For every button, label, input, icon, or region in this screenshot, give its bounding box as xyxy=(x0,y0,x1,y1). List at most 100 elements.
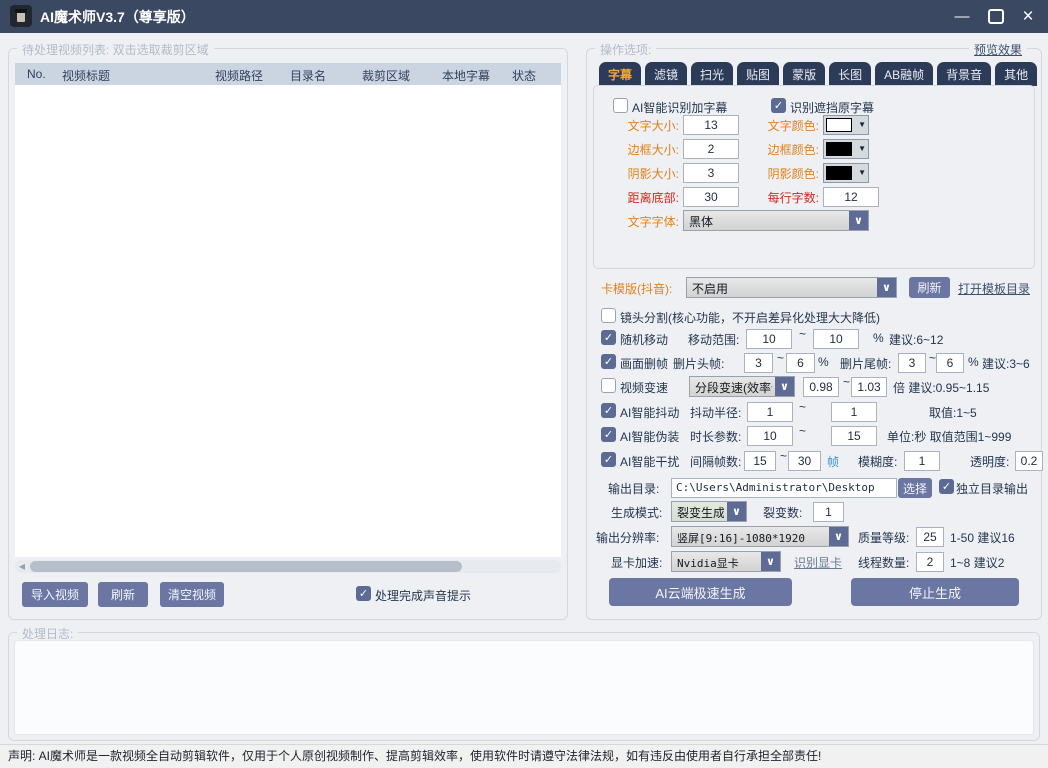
ai-add-subtitle-checkbox[interactable] xyxy=(613,98,628,113)
column-status[interactable]: 状态 xyxy=(512,67,536,84)
disguise-hint: 单位:秒 取值范围1~999 xyxy=(887,428,1011,445)
scrollbar-thumb[interactable] xyxy=(30,561,462,572)
tab-other[interactable]: 其他 xyxy=(995,62,1037,86)
template-dropdown[interactable]: 不启用 ∨ xyxy=(686,277,897,298)
tab-mask[interactable]: 蒙版 xyxy=(783,62,825,86)
check-icon: ✓ xyxy=(602,331,615,345)
output-dir-input[interactable]: C:\Users\Administrator\Desktop xyxy=(671,478,897,498)
tail-from-input[interactable]: 3 xyxy=(898,353,926,373)
import-videos-button[interactable]: 导入视频 xyxy=(22,582,88,607)
horizontal-scrollbar[interactable]: ◀ ▶ xyxy=(15,560,561,573)
check-icon: ✓ xyxy=(940,480,953,494)
text-color-combo[interactable]: ▼ xyxy=(823,115,869,135)
ai-interfere-checkbox[interactable]: ✓ xyxy=(601,452,616,467)
column-crop[interactable]: 裁剪区域 xyxy=(362,67,410,84)
quality-input[interactable]: 25 xyxy=(916,527,944,547)
video-table-body[interactable] xyxy=(15,85,561,557)
tab-sweep-light[interactable]: 扫光 xyxy=(691,62,733,86)
shadow-size-input[interactable]: 3 xyxy=(683,163,739,183)
thread-count-label: 线程数量: xyxy=(858,554,909,571)
tab-long-image[interactable]: 长图 xyxy=(829,62,871,86)
bottom-distance-input[interactable]: 30 xyxy=(683,187,739,207)
blur-input[interactable]: 1 xyxy=(904,451,940,471)
move-range-to-input[interactable]: 10 xyxy=(813,329,859,349)
head-delete-label: 删片头帧: xyxy=(673,355,724,372)
speed-mode-dropdown[interactable]: 分段变速(效率优先) ∨ xyxy=(689,376,795,397)
frame-delete-checkbox[interactable]: ✓ xyxy=(601,354,616,369)
tab-ab-frame-blend[interactable]: AB融帧 xyxy=(875,62,933,86)
clear-videos-button[interactable]: 清空视频 xyxy=(160,582,224,607)
column-title[interactable]: 视频标题 xyxy=(62,67,110,84)
lens-split-label: 镜头分割(核心功能，不开启差异化处理大大降低) xyxy=(620,309,880,326)
random-move-checkbox[interactable]: ✓ xyxy=(601,330,616,345)
thread-count-input[interactable]: 2 xyxy=(916,552,944,572)
resolution-label: 输出分辨率: xyxy=(596,529,659,546)
font-value: 黑体 xyxy=(689,213,846,230)
independent-dir-checkbox[interactable]: ✓ xyxy=(939,479,954,494)
tab-filter[interactable]: 滤镜 xyxy=(645,62,687,86)
gpu-value: Nvidia显卡 xyxy=(677,555,758,571)
template-label: 卡模版(抖音): xyxy=(601,280,672,297)
resolution-dropdown[interactable]: 竖屏[9:16]-1080*1920 ∨ xyxy=(671,526,849,547)
sound-tip-checkbox[interactable]: ✓ xyxy=(356,586,371,601)
move-range-label: 移动范围: xyxy=(688,331,739,348)
detect-gpu-link[interactable]: 识别显卡 xyxy=(794,556,842,570)
move-range-from-input[interactable]: 10 xyxy=(746,329,792,349)
disguise-from-input[interactable]: 10 xyxy=(747,426,793,446)
maximize-button[interactable] xyxy=(982,0,1010,33)
tab-background-audio[interactable]: 背景音 xyxy=(937,62,991,86)
tilde-separator: ~ xyxy=(843,375,850,389)
fission-count-input[interactable]: 1 xyxy=(813,502,844,522)
tab-sticker[interactable]: 贴图 xyxy=(737,62,779,86)
open-template-dir-link[interactable]: 打开模板目录 xyxy=(958,282,1030,296)
refresh-list-button[interactable]: 刷新 xyxy=(98,582,148,607)
template-refresh-button[interactable]: 刷新 xyxy=(909,277,950,298)
minimize-button[interactable]: — xyxy=(948,0,976,33)
fission-count-label: 裂变数: xyxy=(763,504,802,521)
font-dropdown[interactable]: 黑体 ∨ xyxy=(683,210,869,231)
tilde-separator: ~ xyxy=(799,400,806,414)
log-output-area[interactable] xyxy=(14,640,1034,735)
dropdown-arrow-icon: ▼ xyxy=(858,168,866,177)
tab-subtitle[interactable]: 字幕 xyxy=(599,62,641,86)
cloud-generate-button[interactable]: AI云端极速生成 xyxy=(609,578,792,606)
opacity-input[interactable]: 0.2 xyxy=(1015,451,1043,471)
column-path[interactable]: 视频路径 xyxy=(215,67,263,84)
shake-from-input[interactable]: 1 xyxy=(747,402,793,422)
cover-original-checkbox[interactable]: ✓ xyxy=(771,98,786,113)
independent-dir-label: 独立目录输出 xyxy=(956,480,1028,497)
preview-effect-link[interactable]: 预览效果 xyxy=(974,43,1022,57)
column-no[interactable]: No. xyxy=(27,67,46,81)
speed-hint: 倍 建议:0.95~1.15 xyxy=(893,379,989,396)
close-button[interactable]: × xyxy=(1014,0,1042,33)
ai-shake-checkbox[interactable]: ✓ xyxy=(601,403,616,418)
choose-dir-button[interactable]: 选择 xyxy=(898,478,932,498)
shadow-color-combo[interactable]: ▼ xyxy=(823,163,869,183)
speed-from-input[interactable]: 0.98 xyxy=(803,377,839,397)
border-size-label: 边框大小: xyxy=(601,141,679,158)
lens-split-checkbox[interactable] xyxy=(601,308,616,323)
gpu-dropdown[interactable]: Nvidia显卡 ∨ xyxy=(671,551,781,572)
column-dir[interactable]: 目录名 xyxy=(290,67,326,84)
stop-generate-button[interactable]: 停止生成 xyxy=(851,578,1019,606)
gen-mode-dropdown[interactable]: 裂变生成 ∨ xyxy=(671,501,747,522)
border-color-combo[interactable]: ▼ xyxy=(823,139,869,159)
speed-to-input[interactable]: 1.03 xyxy=(851,377,887,397)
head-from-input[interactable]: 3 xyxy=(744,353,773,373)
head-to-input[interactable]: 6 xyxy=(786,353,815,373)
column-subtitle[interactable]: 本地字幕 xyxy=(442,67,490,84)
interfere-from-input[interactable]: 15 xyxy=(744,451,776,471)
border-size-input[interactable]: 2 xyxy=(683,139,739,159)
disguise-to-input[interactable]: 15 xyxy=(831,426,877,446)
tilde-separator: ~ xyxy=(929,351,936,365)
chars-per-line-input[interactable]: 12 xyxy=(823,187,879,207)
speed-change-checkbox[interactable] xyxy=(601,378,616,393)
text-size-input[interactable]: 13 xyxy=(683,115,739,135)
operation-group: 操作选项: 预览效果 字幕 滤镜 扫光 贴图 蒙版 长图 AB融帧 背景音 其他… xyxy=(586,48,1042,620)
interfere-to-input[interactable]: 30 xyxy=(788,451,821,471)
ai-disguise-checkbox[interactable]: ✓ xyxy=(601,427,616,442)
shake-to-input[interactable]: 1 xyxy=(831,402,877,422)
text-color-label: 文字颜色: xyxy=(741,117,819,134)
chevron-down-icon: ∨ xyxy=(775,377,794,396)
tail-to-input[interactable]: 6 xyxy=(936,353,964,373)
